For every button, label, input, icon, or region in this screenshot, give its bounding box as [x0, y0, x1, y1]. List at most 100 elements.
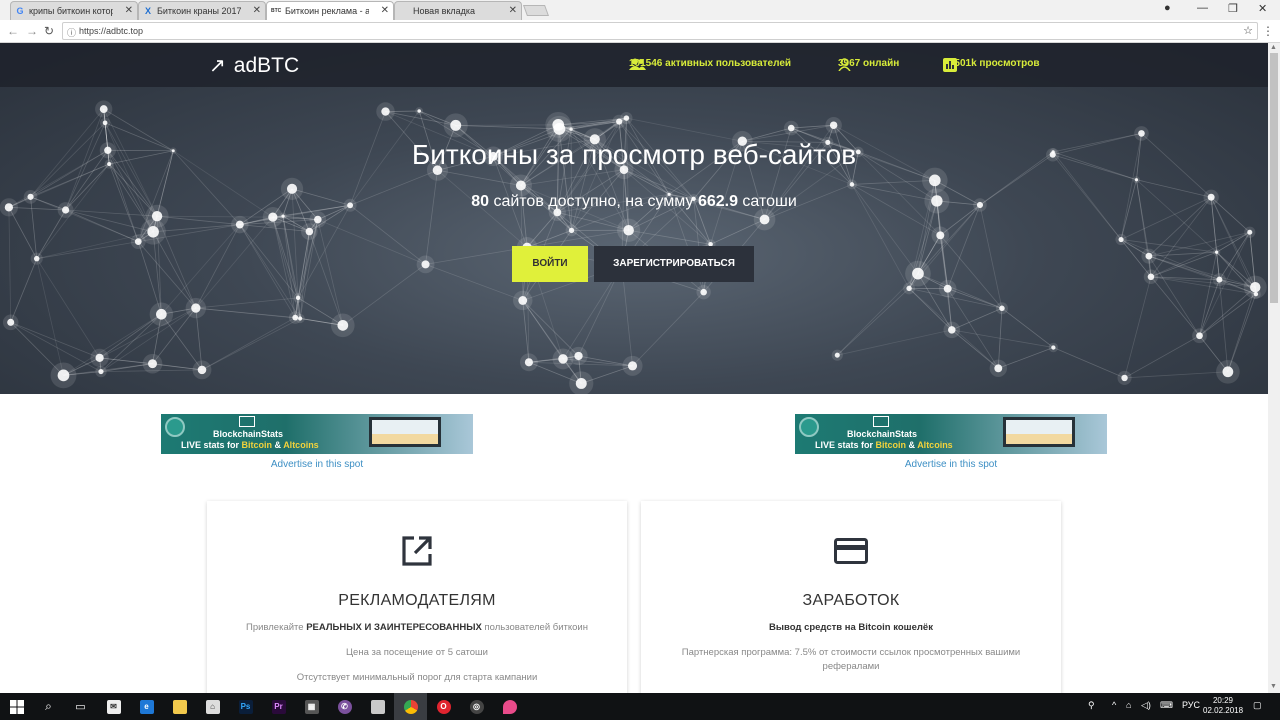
advertise-link[interactable]: Advertise in this spot	[795, 459, 1107, 470]
browser-tab-bar: G крипы биткоин которые ✕ X Биткоин кран…	[0, 0, 1280, 20]
search-button[interactable]: ⌕	[32, 693, 65, 720]
task-view-button[interactable]: ▭	[64, 693, 97, 720]
chart-icon	[239, 416, 255, 427]
taskbar-app-active[interactable]	[394, 693, 427, 720]
network-icon[interactable]: ⌂	[1126, 700, 1131, 710]
users-icon	[629, 58, 646, 70]
maximize-icon[interactable]: ❐	[1228, 2, 1238, 15]
reload-icon[interactable]: ↻	[44, 24, 54, 38]
bar-chart-icon	[943, 58, 957, 72]
taskbar-app[interactable]: ✉	[97, 693, 130, 720]
credit-card-icon	[834, 538, 868, 564]
active-users-stat: 101546 активных пользователей	[629, 58, 792, 70]
tray-chevron-icon[interactable]: ^	[1112, 700, 1116, 710]
coin-logo-icon	[165, 417, 185, 437]
keyboard-icon[interactable]: ⌨	[1160, 700, 1173, 711]
close-tab-icon[interactable]: ✕	[125, 5, 133, 16]
chart-icon	[873, 416, 889, 427]
login-button[interactable]: ВОЙТИ	[512, 246, 588, 282]
windows-logo-icon	[9, 699, 24, 714]
tab-label: Биткоин краны 2017 ко	[157, 6, 241, 16]
card-text: Вывод средств на Bitcoin кошелёк	[769, 622, 933, 633]
scrollbar-thumb[interactable]	[1270, 53, 1278, 303]
minimize-icon[interactable]: —	[1197, 2, 1208, 14]
site-header: ↗ adBTC 101546 активных пользователей 396…	[0, 43, 1268, 87]
store-icon: ⌂	[205, 699, 220, 714]
opera-icon: O	[436, 699, 451, 714]
online-stat: 3967 онлайн	[838, 58, 899, 71]
taskbar-app[interactable]: ◎	[460, 693, 493, 720]
taskbar-app[interactable]: ▦	[295, 693, 328, 720]
taskbar-app[interactable]: e	[130, 693, 163, 720]
scroll-down-icon[interactable]: ▼	[1270, 683, 1277, 690]
clock-time: 20:29	[1212, 696, 1234, 705]
new-tab-button[interactable]	[522, 5, 550, 16]
taskbar-app[interactable]	[361, 693, 394, 720]
taskbar-app[interactable]	[493, 693, 526, 720]
chrome-icon	[403, 699, 418, 714]
premiere-icon: Pr	[271, 699, 286, 714]
register-button[interactable]: ЗАРЕГИСТРИРОВАТЬСЯ	[594, 246, 754, 282]
web-page: ↗ adBTC 101546 активных пользователей 396…	[0, 43, 1268, 693]
ad-banner[interactable]: BlockchainStats LIVE stats for Bitcoin &…	[795, 414, 1107, 454]
notifications-icon[interactable]: ▢	[1253, 700, 1262, 711]
taskbar-app[interactable]: ✆	[328, 693, 361, 720]
photoshop-icon: Ps	[238, 699, 253, 714]
language-indicator[interactable]: РУС	[1182, 700, 1200, 710]
taskbar-app[interactable]: O	[427, 693, 460, 720]
hero-subtitle: 80 сайтов доступно, на сумму 662.9 сатош…	[0, 193, 1268, 211]
url-text: https://adbtc.top	[79, 26, 144, 36]
banner-brand: BlockchainStats	[847, 429, 918, 439]
monitor-icon	[1003, 417, 1075, 447]
close-tab-icon[interactable]: ✕	[509, 5, 517, 16]
subtitle-text: сайтов доступно, на сумму	[489, 193, 698, 210]
hero-title: Биткоины за просмотр веб-сайтов	[411, 139, 857, 170]
card-title: ЗАРАБОТОК	[802, 592, 900, 609]
subtitle-unit: сатоши	[737, 193, 797, 210]
url-field[interactable]: ⓘ https://adbtc.top ☆	[62, 22, 1258, 40]
windows-taskbar: ⌕ ▭ ✉ e ⌂ Ps Pr ▦ ✆ O ◎ ⚲ ^ ⌂ ◁) ⌨ РУС 2…	[0, 693, 1280, 720]
browser-tab[interactable]: Новая вкладка ✕	[394, 1, 522, 20]
close-tab-icon[interactable]: ✕	[253, 5, 261, 16]
forward-icon[interactable]: →	[26, 24, 38, 38]
taskbar-app[interactable]: Ps	[229, 693, 262, 720]
browser-tab[interactable]: G крипы биткоин которые ✕	[10, 1, 138, 20]
close-tab-icon[interactable]: ✕	[381, 5, 389, 16]
browser-tab[interactable]: X Биткоин краны 2017 ко ✕	[138, 1, 266, 20]
close-window-icon[interactable]: ✕	[1258, 2, 1267, 15]
app-icon: ◎	[469, 699, 484, 714]
hero-section: ↗ adBTC 101546 активных пользователей 396…	[0, 43, 1268, 394]
app-icon	[370, 699, 385, 714]
monitor-icon	[369, 417, 441, 447]
calculator-icon: ▦	[304, 699, 319, 714]
ad-banner[interactable]: BlockchainStats LIVE stats for Bitcoin &…	[161, 414, 473, 454]
taskbar-app[interactable]: ⌂	[196, 693, 229, 720]
map-pin-icon	[502, 699, 517, 714]
address-bar: ← → ↻ ⓘ https://adbtc.top ☆ ⋮	[0, 20, 1280, 43]
browser-menu-icon[interactable]: ⋮	[1262, 24, 1274, 38]
info-icon[interactable]: ⓘ	[67, 26, 76, 39]
bookmark-star-icon[interactable]: ☆	[1243, 24, 1253, 37]
earnings-card: ЗАРАБОТОК Вывод средств на Bitcoin кошел…	[641, 501, 1061, 693]
banner-tagline: LIVE stats for Bitcoin & Altcoins	[181, 440, 319, 450]
views-stat: ~1501k просмотров	[943, 58, 1040, 72]
start-button[interactable]	[0, 693, 33, 720]
people-icon[interactable]: ⚲	[1088, 700, 1095, 711]
volume-icon[interactable]: ◁)	[1141, 700, 1151, 711]
scroll-up-icon[interactable]: ▲	[1270, 44, 1277, 51]
active-users-text: 101546 активных пользователей	[629, 58, 792, 69]
profile-icon[interactable]: ●	[1164, 2, 1171, 14]
search-icon: ⌕	[45, 699, 52, 713]
advertise-link[interactable]: Advertise in this spot	[161, 459, 473, 470]
blank-favicon-icon	[399, 6, 409, 16]
folder-icon	[172, 699, 187, 714]
taskbar-app[interactable]: Pr	[262, 693, 295, 720]
card-text: Партнерская программа: 7.5% от стоимости…	[681, 647, 1021, 672]
browser-tab-active[interactable]: BTC Биткоин реклама - adbtc ✕	[266, 1, 394, 20]
back-icon[interactable]: ←	[7, 24, 19, 38]
page-scrollbar[interactable]: ▲ ▼	[1268, 43, 1280, 693]
tab-label: Новая вкладка	[413, 6, 476, 16]
taskbar-app[interactable]	[163, 693, 196, 720]
clock[interactable]: 20:29 02.02.2018	[1203, 696, 1243, 716]
site-logo[interactable]: ↗ adBTC	[209, 53, 299, 78]
